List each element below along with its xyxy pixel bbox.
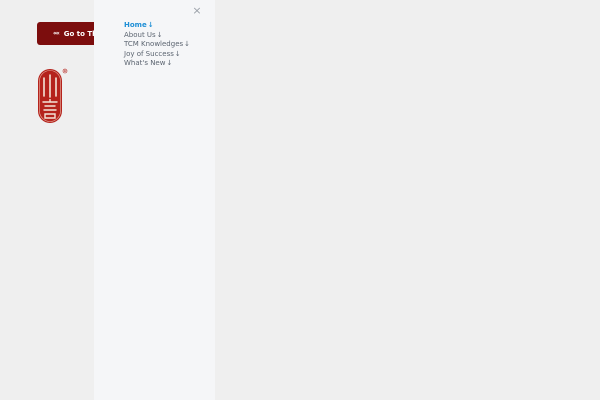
menu-item-home[interactable]: Home↓ bbox=[124, 21, 190, 31]
seal-logo-icon[interactable] bbox=[36, 66, 72, 126]
menu-item-label: TCM Knowledges bbox=[124, 40, 184, 48]
menu-item-label: Joy of Success bbox=[124, 49, 174, 58]
menu-item-whats-new[interactable]: What's New↓ bbox=[124, 59, 190, 69]
menu-item-label: About Us bbox=[124, 30, 156, 39]
menu-item-tcm-knowledges[interactable]: TCM Knowledges↓ bbox=[124, 40, 190, 50]
menu-item-label: Home bbox=[124, 21, 147, 29]
double-chevron-left-icon: «« bbox=[53, 30, 60, 37]
menu-item-joy-of-success[interactable]: Joy of Success↓ bbox=[124, 50, 190, 60]
page: «« Go to The × Home↓ About Us↓ TCM Knowl… bbox=[0, 0, 600, 400]
arrow-down-icon: ↓ bbox=[156, 30, 163, 39]
side-drawer: × Home↓ About Us↓ TCM Knowledges↓ Joy of… bbox=[94, 0, 215, 400]
arrow-down-icon: ↓ bbox=[147, 21, 154, 29]
arrow-down-icon: ↓ bbox=[166, 59, 173, 67]
arrow-down-icon: ↓ bbox=[184, 40, 191, 48]
arrow-down-icon: ↓ bbox=[174, 49, 181, 58]
drawer-menu: Home↓ About Us↓ TCM Knowledges↓ Joy of S… bbox=[124, 21, 190, 69]
menu-item-label: What's New bbox=[124, 59, 166, 67]
menu-item-about-us[interactable]: About Us↓ bbox=[124, 31, 190, 41]
close-icon[interactable]: × bbox=[191, 5, 203, 17]
